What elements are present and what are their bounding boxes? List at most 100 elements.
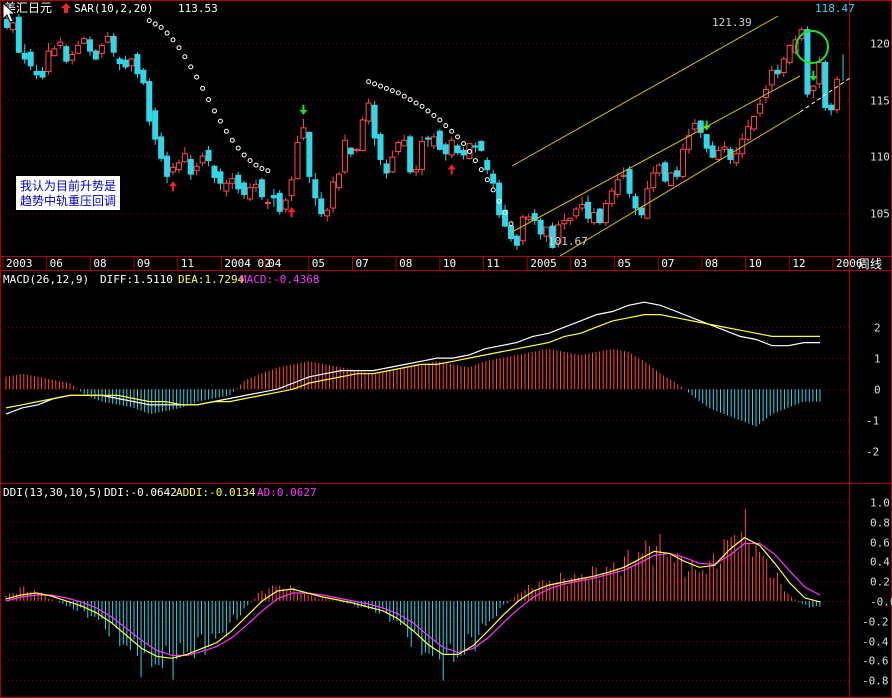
- candle-body: [490, 173, 497, 184]
- macd-tick-label: -2: [866, 446, 879, 459]
- candle-body: [330, 181, 337, 209]
- ddi-tick-label: 0.6: [870, 537, 890, 550]
- time-axis-label: 07: [661, 257, 674, 270]
- candle-body: [834, 78, 841, 111]
- candle-body: [341, 139, 348, 173]
- ddi-name: DDI(13,30,10,5): [3, 486, 102, 499]
- time-axis-label: 11: [181, 257, 194, 270]
- macd-macd-value: MACD:-0.4368: [240, 273, 319, 286]
- candle-body: [241, 182, 248, 195]
- candle-body: [128, 58, 135, 67]
- candle-body: [300, 127, 307, 139]
- candle-body: [585, 201, 592, 219]
- ddi-tick-label: -0.4: [862, 636, 889, 649]
- candle-body: [181, 153, 188, 163]
- addi-value: ADDI:-0.0134: [176, 486, 256, 499]
- candle-body: [419, 140, 426, 171]
- macd-tick-label: 1: [874, 353, 881, 366]
- candle-body: [158, 136, 165, 159]
- ddi-tick-label: -0.6: [862, 655, 889, 668]
- candle-body: [104, 35, 111, 43]
- candle-body: [620, 174, 627, 177]
- high-price-label: 121.39: [712, 16, 752, 29]
- last-price-label: 118.47: [815, 2, 855, 15]
- candle-body: [270, 195, 277, 199]
- note-line-1: 我认为目前升势是: [20, 178, 116, 193]
- candle-body: [9, 22, 16, 31]
- sar-indicator-value: 113.53: [178, 2, 218, 15]
- candle-body: [3, 19, 10, 28]
- ddi-tick-label: 0.2: [870, 576, 890, 589]
- candle-body: [27, 51, 34, 67]
- candle-body: [312, 179, 319, 199]
- candle-body: [98, 44, 105, 54]
- candle-body: [478, 140, 485, 151]
- candle-body: [69, 54, 76, 61]
- candle-body: [175, 162, 182, 171]
- candle-body: [164, 155, 171, 177]
- low-price-label: 101.67: [548, 235, 588, 248]
- candle-body: [608, 190, 615, 204]
- candle-body: [573, 208, 580, 217]
- candle-body: [134, 54, 141, 75]
- candle-body: [721, 146, 728, 150]
- candle-body: [774, 69, 781, 75]
- candle-body: [51, 48, 58, 57]
- candle-body: [86, 39, 93, 52]
- candle-body: [685, 135, 692, 150]
- macd-tick-label: 2: [874, 322, 881, 335]
- candle-body: [229, 178, 236, 184]
- macd-tick-label: -1: [866, 415, 879, 428]
- ddi-value: DDI:-0.0642: [104, 486, 177, 499]
- candle-body: [709, 145, 716, 158]
- period-label: 周线: [858, 257, 882, 271]
- ddi-tick-label: -0.2: [862, 616, 889, 629]
- candle-body: [57, 41, 64, 46]
- candle-body: [757, 103, 764, 114]
- candle-body: [768, 69, 775, 86]
- candle-body: [140, 69, 147, 84]
- candle-body: [662, 162, 669, 182]
- candle-body: [371, 104, 378, 139]
- candle-body: [780, 58, 787, 74]
- candle-body: [365, 102, 372, 122]
- candle-body: [715, 149, 722, 160]
- candle-body: [92, 50, 99, 60]
- candle-body: [401, 139, 408, 147]
- candle-body: [81, 38, 88, 44]
- candle-body: [407, 136, 414, 173]
- price-tick-label: 110: [870, 151, 890, 164]
- candle-body: [63, 46, 70, 62]
- candle-body: [442, 144, 449, 155]
- candle-body: [484, 160, 491, 171]
- time-axis-label: 2003: [6, 257, 33, 270]
- candle-body: [513, 235, 520, 246]
- candle-body: [294, 142, 301, 180]
- time-axis-label: 2004 02: [224, 257, 270, 270]
- candle-body: [45, 50, 52, 72]
- candle-body: [751, 116, 758, 130]
- stock-chart: 1051101151202003 06 08 09 11 2004 0204 05 07 08 1…: [0, 0, 892, 698]
- ddi-tick-label: 0.4: [870, 556, 890, 569]
- candle-body: [561, 219, 568, 225]
- time-axis-label: 2005: [530, 257, 557, 270]
- candle-body: [668, 172, 675, 186]
- candle-body: [810, 85, 817, 92]
- macd-dea-value: DEA:1.7294: [178, 273, 245, 286]
- candle-body: [211, 165, 218, 179]
- candle-body: [318, 198, 325, 215]
- candle-body: [223, 182, 230, 192]
- candle-body: [336, 173, 343, 189]
- candle-body: [614, 179, 621, 195]
- candle-body: [745, 126, 752, 140]
- candle-body: [347, 147, 354, 155]
- candle-body: [537, 219, 544, 235]
- candle-body: [258, 179, 265, 198]
- time-axis-label: 11: [487, 257, 500, 270]
- candle-body: [146, 81, 153, 122]
- ddi-tick-label: -0.0: [870, 596, 892, 609]
- candle-body: [15, 16, 22, 53]
- candle-body: [199, 155, 206, 164]
- candle-body: [205, 149, 212, 162]
- candle-body: [454, 145, 461, 154]
